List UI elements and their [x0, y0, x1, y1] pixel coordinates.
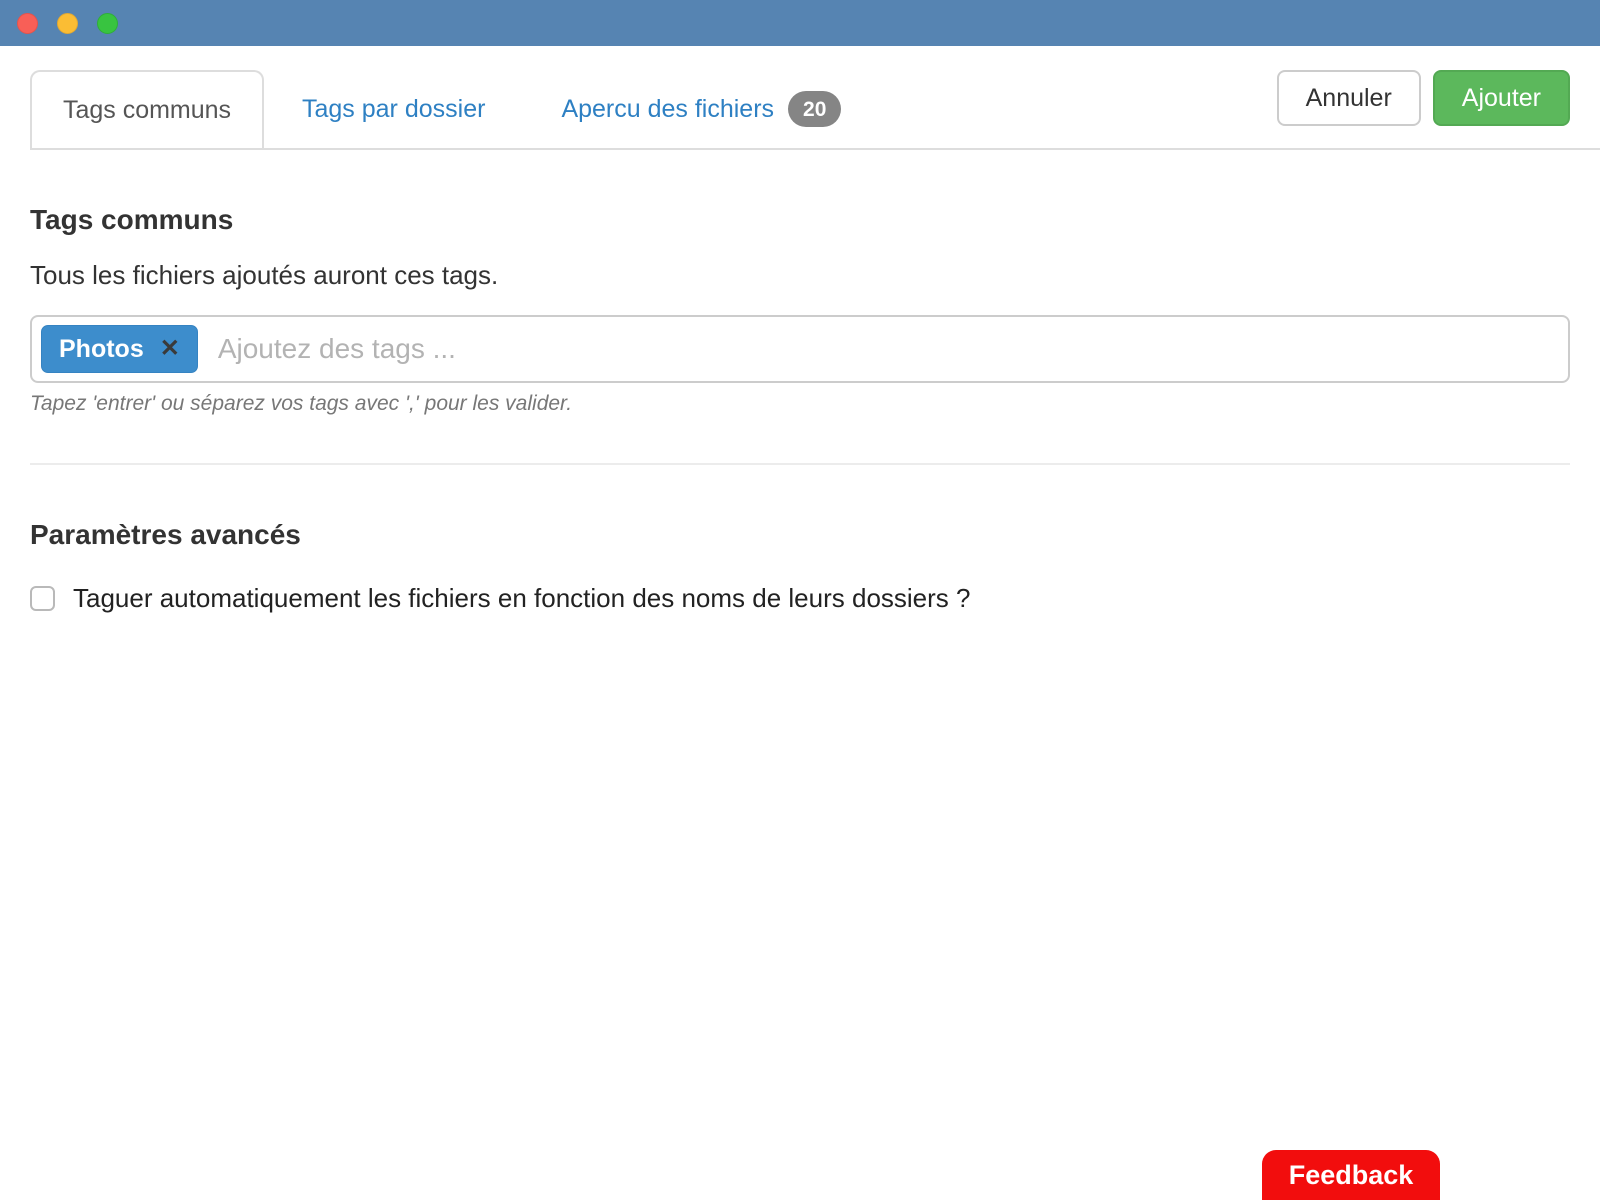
- tag-chip-photos: Photos ✕: [41, 325, 198, 373]
- tag-chip-label: Photos: [59, 334, 144, 363]
- cancel-button[interactable]: Annuler: [1276, 70, 1421, 126]
- header-actions: Annuler Ajouter: [1276, 70, 1570, 126]
- tab-tags-par-dossier-label: Tags par dossier: [302, 94, 486, 123]
- tab-tags-communs[interactable]: Tags communs: [30, 70, 264, 148]
- window-titlebar: [0, 0, 1600, 46]
- close-window-icon[interactable]: [17, 12, 38, 34]
- tab-bar: Tags communs Tags par dossier Apercu des…: [30, 70, 1600, 150]
- tab-apercu-des-fichiers[interactable]: Apercu des fichiers 20: [523, 70, 879, 148]
- tab-tags-par-dossier[interactable]: Tags par dossier: [264, 70, 523, 148]
- tags-input[interactable]: [215, 332, 1559, 366]
- minimize-window-icon[interactable]: [57, 12, 78, 34]
- auto-tag-option-row: Taguer automatiquement les fichiers en f…: [30, 583, 1570, 614]
- file-count-badge: 20: [788, 91, 842, 127]
- common-tags-description: Tous les fichiers ajoutés auront ces tag…: [30, 260, 499, 290]
- tags-input-container[interactable]: Photos ✕: [30, 315, 1570, 383]
- section-divider: [30, 463, 1570, 465]
- auto-tag-checkbox-label[interactable]: Taguer automatiquement les fichiers en f…: [73, 583, 970, 614]
- tags-input-hint: Tapez 'entrer' ou séparez vos tags avec …: [30, 392, 573, 415]
- remove-tag-icon[interactable]: ✕: [160, 337, 180, 361]
- add-button[interactable]: Ajouter: [1432, 70, 1570, 126]
- tab-apercu-des-fichiers-label: Apercu des fichiers: [561, 94, 775, 123]
- main-content: Tags communs Tous les fichiers ajoutés a…: [0, 204, 1600, 614]
- zoom-window-icon[interactable]: [97, 12, 118, 34]
- feedback-button[interactable]: Feedback: [1262, 1150, 1440, 1200]
- advanced-settings-heading: Paramètres avancés: [30, 519, 301, 550]
- tab-tags-communs-label: Tags communs: [62, 95, 232, 124]
- auto-tag-checkbox[interactable]: [30, 586, 55, 611]
- common-tags-heading: Tags communs: [30, 204, 234, 235]
